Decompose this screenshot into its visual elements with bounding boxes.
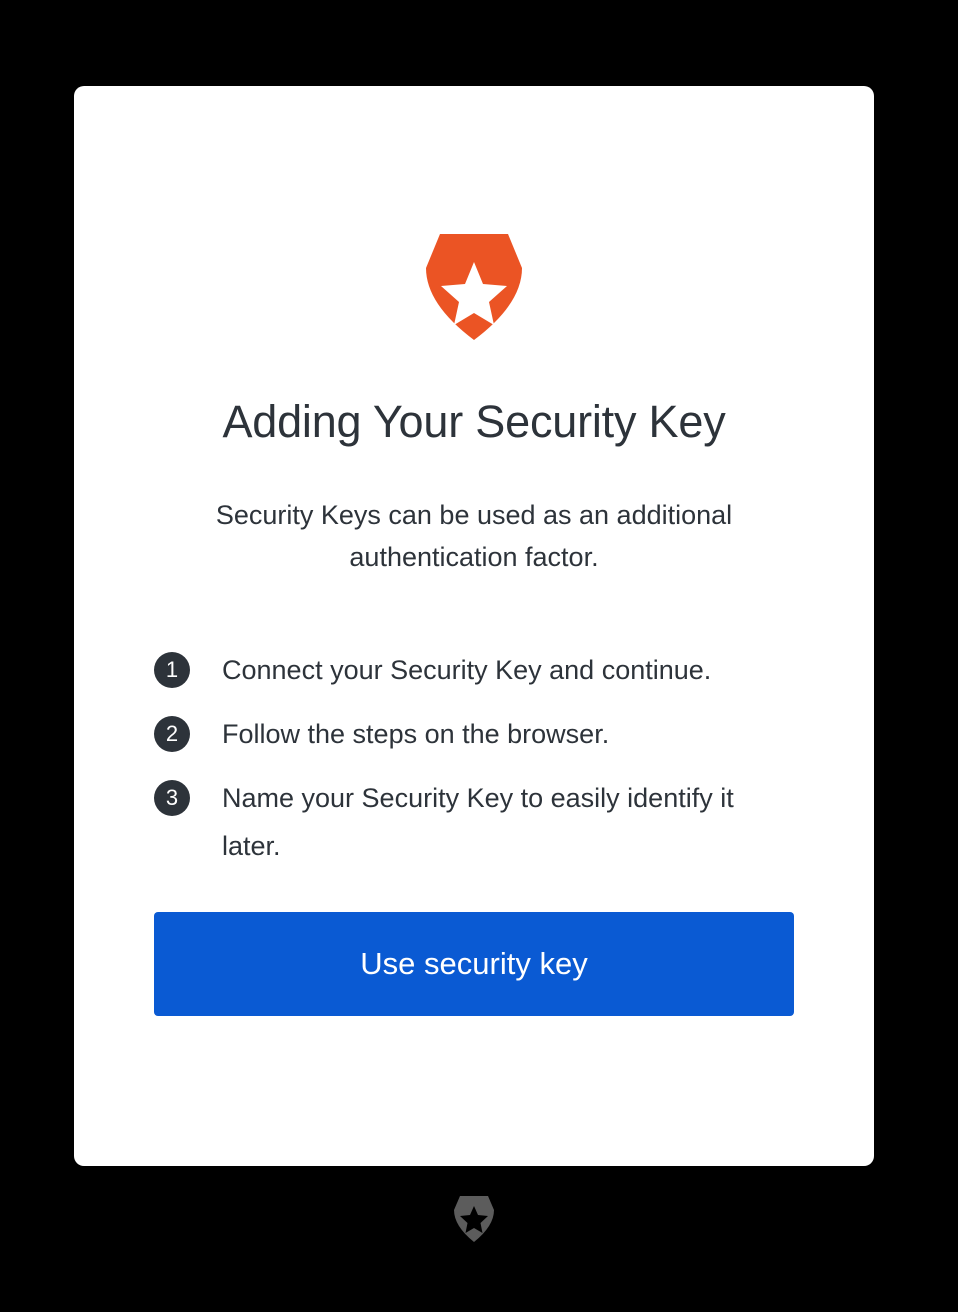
step-number-badge: 3 [154,780,190,816]
step-item: 2 Follow the steps on the browser. [154,710,794,758]
step-item: 3 Name your Security Key to easily ident… [154,774,794,870]
auth0-shield-star-icon [454,1196,494,1242]
step-item: 1 Connect your Security Key and continue… [154,646,794,694]
mfa-card: Adding Your Security Key Security Keys c… [74,86,874,1166]
use-security-key-button[interactable]: Use security key [154,912,794,1016]
step-number-badge: 1 [154,652,190,688]
step-text: Follow the steps on the browser. [222,719,610,749]
step-text: Connect your Security Key and continue. [222,655,712,685]
steps-list: 1 Connect your Security Key and continue… [154,646,794,886]
page-description: Security Keys can be used as an addition… [215,500,733,572]
auth0-shield-star-icon [426,234,522,340]
step-text: Name your Security Key to easily identif… [222,783,734,861]
page-title: Adding Your Security Key [222,396,726,447]
step-number-badge: 2 [154,716,190,752]
